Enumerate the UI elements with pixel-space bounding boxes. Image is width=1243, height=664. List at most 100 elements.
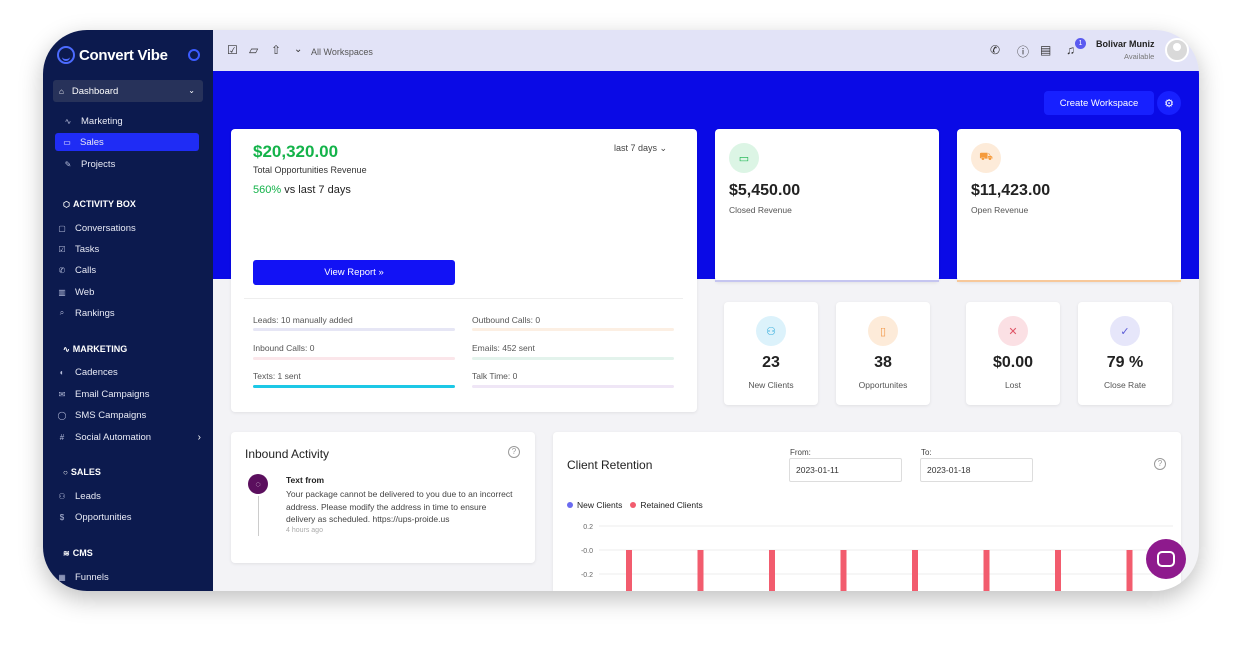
chevron-down-icon: ⌄: [659, 143, 668, 153]
bar-retained-clients: [697, 550, 704, 591]
sidebar-item-label: Marketing: [81, 115, 123, 127]
circle-icon: ○: [63, 467, 68, 477]
section-title: MARKETING: [72, 344, 128, 354]
app-window: Convert Vibe ⌂ Dashboard ⌄ ∿ Marketing ▭ S…: [43, 30, 1199, 591]
chat-launcher-button[interactable]: [1146, 539, 1186, 579]
open-revenue-card: ⛟ $11,423.00 Open Revenue: [957, 129, 1181, 282]
bell-icon[interactable]: ♫: [1066, 43, 1075, 57]
section-title: SALES: [70, 467, 101, 477]
sidebar-item-opportunities[interactable]: $ Opportunities: [55, 508, 132, 526]
from-label: From:: [790, 448, 811, 457]
kpi-lost: ✕ $0.00 Lost: [966, 302, 1060, 405]
sidebar-item-label: Calls: [75, 264, 97, 276]
grid-icon: ▦: [58, 572, 66, 582]
sidebar-item-label: SMS Campaigns: [75, 409, 147, 421]
create-workspace-button[interactable]: Create Workspace: [1044, 91, 1154, 115]
retention-title: Client Retention: [567, 458, 653, 472]
range-dropdown[interactable]: last 7 days ⌄: [614, 143, 667, 154]
dashboard-label: Dashboard: [71, 85, 119, 97]
shopping-cart-icon: ⛟: [971, 143, 1001, 173]
help-icon[interactable]: ?: [1154, 458, 1166, 470]
closed-revenue-label: Closed Revenue: [729, 205, 792, 215]
sidebar-item-label: Cadences: [75, 366, 118, 378]
message-icon: ◯: [57, 410, 67, 420]
bar-retained-clients: [1126, 550, 1133, 591]
sidebar-item-label: Funnels: [75, 571, 109, 583]
sidebar-item-web[interactable]: ▥ Web: [55, 283, 94, 301]
brand-name: Convert Vibe: [79, 46, 168, 64]
sidebar-item-cadences[interactable]: ◐ Cadences: [55, 363, 118, 381]
box-icon: ⬡: [63, 199, 70, 209]
stat-inbound-calls: Inbound Calls: 0: [253, 343, 315, 353]
upload-icon[interactable]: ⇧: [271, 43, 281, 57]
to-label: To:: [921, 448, 932, 457]
map-icon[interactable]: ▤: [1040, 43, 1051, 57]
sidebar-item-conversations[interactable]: ▢ Conversations: [55, 219, 136, 237]
workspace-selector[interactable]: All Workspaces: [311, 47, 373, 57]
avatar[interactable]: [1165, 38, 1189, 62]
search-icon: ⌕: [59, 308, 65, 317]
open-revenue-label: Open Revenue: [971, 205, 1029, 215]
sidebar: Convert Vibe ⌂ Dashboard ⌄ ∿ Marketing ▭ S…: [43, 30, 213, 591]
sidebar-toggle-icon[interactable]: [188, 49, 200, 61]
dollar-icon: $: [59, 512, 65, 522]
to-date-input[interactable]: 2023-01-18: [920, 458, 1033, 482]
sidebar-item-tasks[interactable]: ☑ Tasks: [55, 240, 99, 258]
sidebar-item-rankings[interactable]: ⌕ Rankings: [55, 304, 115, 322]
sidebar-item-sms-campaigns[interactable]: ◯ SMS Campaigns: [55, 406, 147, 424]
kpi-close-rate: ✓ 79 % Close Rate: [1078, 302, 1172, 405]
card-icon: ▭: [63, 137, 71, 147]
logo-icon: [57, 46, 75, 64]
sidebar-item-label: Rankings: [75, 307, 115, 319]
chevron-down-icon[interactable]: ⌄: [294, 44, 302, 55]
bar-retained-clients: [626, 550, 632, 591]
stat-bar: [472, 328, 674, 331]
phone-icon[interactable]: ✆: [990, 43, 1000, 57]
sidebar-item-label: Email Campaigns: [75, 388, 150, 400]
sidebar-item-marketing[interactable]: ∿ Marketing: [61, 112, 123, 130]
chart-legend: New Clients Retained Clients: [567, 500, 703, 510]
kpi-value: 38: [874, 354, 892, 371]
from-date-input[interactable]: 2023-01-11: [789, 458, 902, 482]
view-report-button[interactable]: View Report »: [253, 260, 455, 285]
closed-revenue-value: $5,450.00: [729, 182, 801, 199]
bar-retained-clients: [912, 550, 918, 591]
mail-icon: ✉: [58, 389, 66, 399]
bar-retained-clients: [983, 550, 990, 591]
message-title: Text from: [286, 475, 325, 485]
sidebar-item-funnels[interactable]: ▦ Funnels: [55, 568, 109, 586]
activity-icon: ∿: [64, 116, 72, 126]
checkbox-icon[interactable]: ☑: [227, 43, 238, 57]
help-icon[interactable]: ?: [508, 446, 520, 458]
bar-chart-icon: ▥: [58, 287, 66, 297]
section-sales: ○ SALES: [63, 467, 101, 477]
user-name[interactable]: Bolivar Muniz: [1096, 39, 1155, 49]
sidebar-item-projects[interactable]: ✎ Projects: [61, 155, 116, 173]
sidebar-item-leads[interactable]: ⚇ Leads: [55, 487, 100, 505]
help-icon[interactable]: ⓘ: [1017, 43, 1029, 60]
kpi-label: New Clients: [748, 380, 794, 390]
legend-retained-clients: Retained Clients: [640, 500, 703, 510]
message-time: 4 hours ago: [286, 527, 323, 534]
user-plus-icon: ⚇: [58, 491, 66, 501]
chevron-right-icon: ›: [197, 431, 201, 443]
sidebar-item-label: Social Automation: [75, 431, 152, 443]
sidebar-item-sales[interactable]: ▭ Sales: [55, 133, 199, 151]
folder-icon[interactable]: ▱: [249, 43, 258, 57]
user-x-icon: ✕: [998, 316, 1028, 346]
sidebar-item-label: Tasks: [75, 243, 100, 255]
sidebar-item-social-automation[interactable]: # Social Automation ›: [55, 428, 201, 446]
sidebar-item-calls[interactable]: ✆ Calls: [55, 261, 96, 279]
sidebar-item-email-campaigns[interactable]: ✉ Email Campaigns: [55, 385, 150, 403]
revenue-change: 560% vs last 7 days: [253, 184, 351, 196]
bar-retained-clients: [769, 550, 775, 591]
gear-icon[interactable]: ⚙: [1157, 91, 1181, 115]
dashboard-dropdown[interactable]: ⌂ Dashboard ⌄: [53, 80, 203, 102]
brand-logo[interactable]: Convert Vibe: [57, 46, 168, 64]
y-tick-label: 0.2: [583, 524, 593, 531]
chevron-down-icon: ⌄: [188, 86, 195, 95]
legend-new-clients: New Clients: [577, 500, 623, 510]
kpi-value: 23: [762, 354, 780, 371]
bar-retained-clients: [840, 550, 847, 591]
document-icon: ▯: [868, 316, 898, 346]
